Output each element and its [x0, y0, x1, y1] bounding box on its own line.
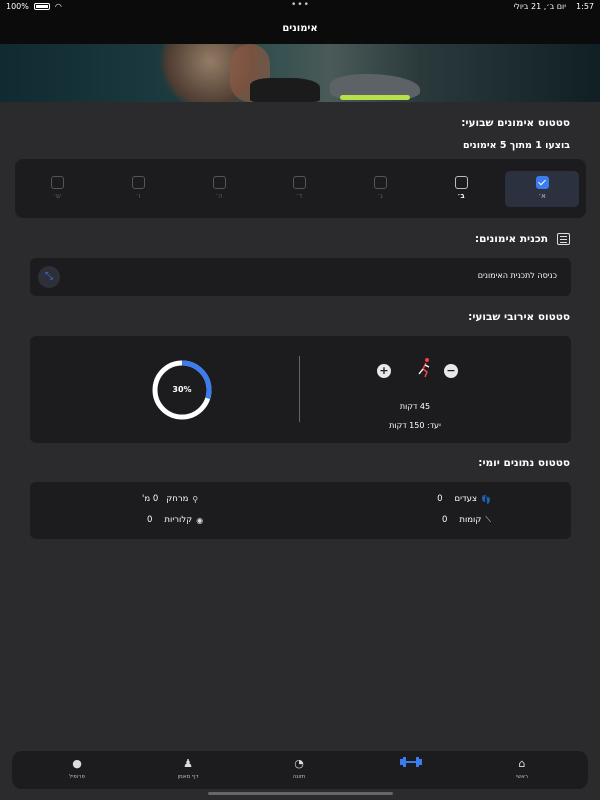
- calories-stat: ◉ קלוריות 0: [147, 515, 203, 525]
- aerobic-divider: [299, 356, 300, 422]
- checkbox-icon: [212, 176, 226, 189]
- distance-label: מרחק: [166, 494, 189, 504]
- tab-home[interactable]: ⌂ ראשי: [492, 756, 552, 780]
- decrease-button[interactable]: −: [444, 364, 458, 378]
- progress-percent-label: 30%: [172, 385, 192, 394]
- hero-shoe-dark: [250, 78, 320, 102]
- aerobic-progress-ring: 30%: [152, 360, 212, 420]
- footsteps-icon: 👣: [481, 494, 491, 504]
- status-date: יום ב׳, 21 ביולי: [513, 2, 567, 11]
- distance-stat: ⚲ מרחק 0 מ': [142, 494, 198, 504]
- tab-label: ראשי: [516, 774, 528, 780]
- status-bar: 100% ◠ ••• יום ב׳, 21 ביולי 1:57: [0, 0, 600, 14]
- training-plan-link[interactable]: כניסה לתכנית האימונים ⤡: [30, 258, 571, 296]
- hero-shoe: [330, 74, 420, 100]
- wifi-icon: ◠: [54, 2, 62, 11]
- home-icon: ⌂: [518, 757, 526, 770]
- tab-profile[interactable]: ● פרופיל: [47, 756, 107, 780]
- day-friday[interactable]: ו׳: [101, 171, 175, 207]
- checkbox-icon: [50, 176, 64, 189]
- battery-icon: [33, 3, 50, 10]
- weekly-workout-title: סטטוס אימונים שבועי:: [461, 117, 570, 129]
- day-saturday[interactable]: ש׳: [20, 171, 94, 207]
- tab-workouts[interactable]: [381, 756, 441, 771]
- checkbox-checked-icon: [535, 176, 549, 189]
- tab-label: פרופיל: [69, 774, 85, 780]
- day-label: ד׳: [295, 192, 303, 200]
- aerobic-card: 30% + − 45 דקות יעד: 150 דקות: [30, 336, 571, 443]
- day-label: ג׳: [377, 192, 383, 200]
- apple-icon: ◔: [294, 757, 304, 770]
- list-icon: [557, 233, 570, 245]
- flame-icon: ◉: [196, 515, 204, 525]
- aerobic-minutes: 45 דקות: [399, 402, 431, 411]
- calories-label: קלוריות: [164, 515, 193, 525]
- tab-nutrition[interactable]: ◔ תזונה: [269, 756, 329, 780]
- checkbox-icon: [454, 176, 468, 189]
- day-monday[interactable]: ב׳: [424, 171, 498, 207]
- floors-value: 0: [441, 515, 448, 525]
- daily-title: סטטוס נתונים יומי:: [478, 457, 570, 469]
- day-tuesday[interactable]: ג׳: [343, 171, 417, 207]
- running-figure-icon: [413, 356, 437, 380]
- day-label: א׳: [538, 192, 546, 200]
- floors-label: קומות: [459, 515, 482, 525]
- steps-label: צעדים: [454, 494, 478, 504]
- training-plan-link-text: כניסה לתכנית האימונים: [477, 271, 557, 280]
- status-time: 1:57: [576, 2, 594, 11]
- tab-label: דף מאמן: [177, 774, 199, 780]
- day-sunday[interactable]: א׳: [505, 171, 579, 207]
- profile-icon: ●: [72, 757, 82, 770]
- coach-icon: ♟: [183, 757, 193, 770]
- daily-stats-card: 👣 צעדים 0 ⟋ קומות 0 ⚲ מרחק 0 מ' ◉ קלוריו…: [30, 482, 571, 539]
- day-wednesday[interactable]: ד׳: [262, 171, 336, 207]
- tab-coach[interactable]: ♟ דף מאמן: [158, 756, 218, 780]
- hero-image: [0, 44, 600, 102]
- steps-value: 0: [437, 494, 443, 504]
- floors-stat: ⟋ קומות 0: [442, 515, 491, 525]
- checkbox-icon: [292, 176, 306, 189]
- calories-value: 0: [147, 515, 153, 525]
- day-label: ש׳: [53, 192, 61, 200]
- tab-bar: ⌂ ראשי ◔ תזונה ♟ דף מאמן ● פרופיל: [12, 751, 588, 789]
- status-left: 100% ◠: [6, 2, 62, 11]
- checkbox-icon: [131, 176, 145, 189]
- stairs-icon: ⟋: [485, 515, 491, 524]
- increase-button[interactable]: +: [377, 364, 391, 378]
- aerobic-title: סטטוס אירובי שבועי:: [468, 311, 570, 323]
- home-indicator[interactable]: [208, 792, 393, 795]
- weekday-selector: א׳ ב׳ ג׳ ד׳ ה׳ ו׳ ש׳: [15, 159, 586, 218]
- dumbbell-icon: [381, 756, 441, 771]
- day-thursday[interactable]: ה׳: [182, 171, 256, 207]
- distance-value: 0 מ': [142, 494, 159, 504]
- weekly-workout-summary: בוצעו 1 מתוך 5 אימונים: [462, 140, 570, 151]
- aerobic-goal: יעד: 150 דקות: [389, 421, 441, 430]
- day-label: ה׳: [215, 192, 223, 200]
- tab-label: תזונה: [292, 774, 306, 780]
- status-right: יום ב׳, 21 ביולי 1:57: [514, 2, 595, 11]
- steps-stat: 👣 צעדים 0: [437, 494, 491, 504]
- battery-percent: 100%: [6, 2, 29, 11]
- checkbox-icon: [373, 176, 387, 189]
- expand-icon[interactable]: ⤡: [38, 266, 60, 288]
- route-icon: ⚲: [192, 494, 199, 504]
- multitask-dots[interactable]: •••: [291, 0, 310, 10]
- day-label: ו׳: [135, 192, 141, 200]
- training-plan-title: תכנית אימונים:: [474, 233, 548, 245]
- page-title: אימונים: [0, 14, 600, 44]
- day-label: ב׳: [457, 192, 465, 200]
